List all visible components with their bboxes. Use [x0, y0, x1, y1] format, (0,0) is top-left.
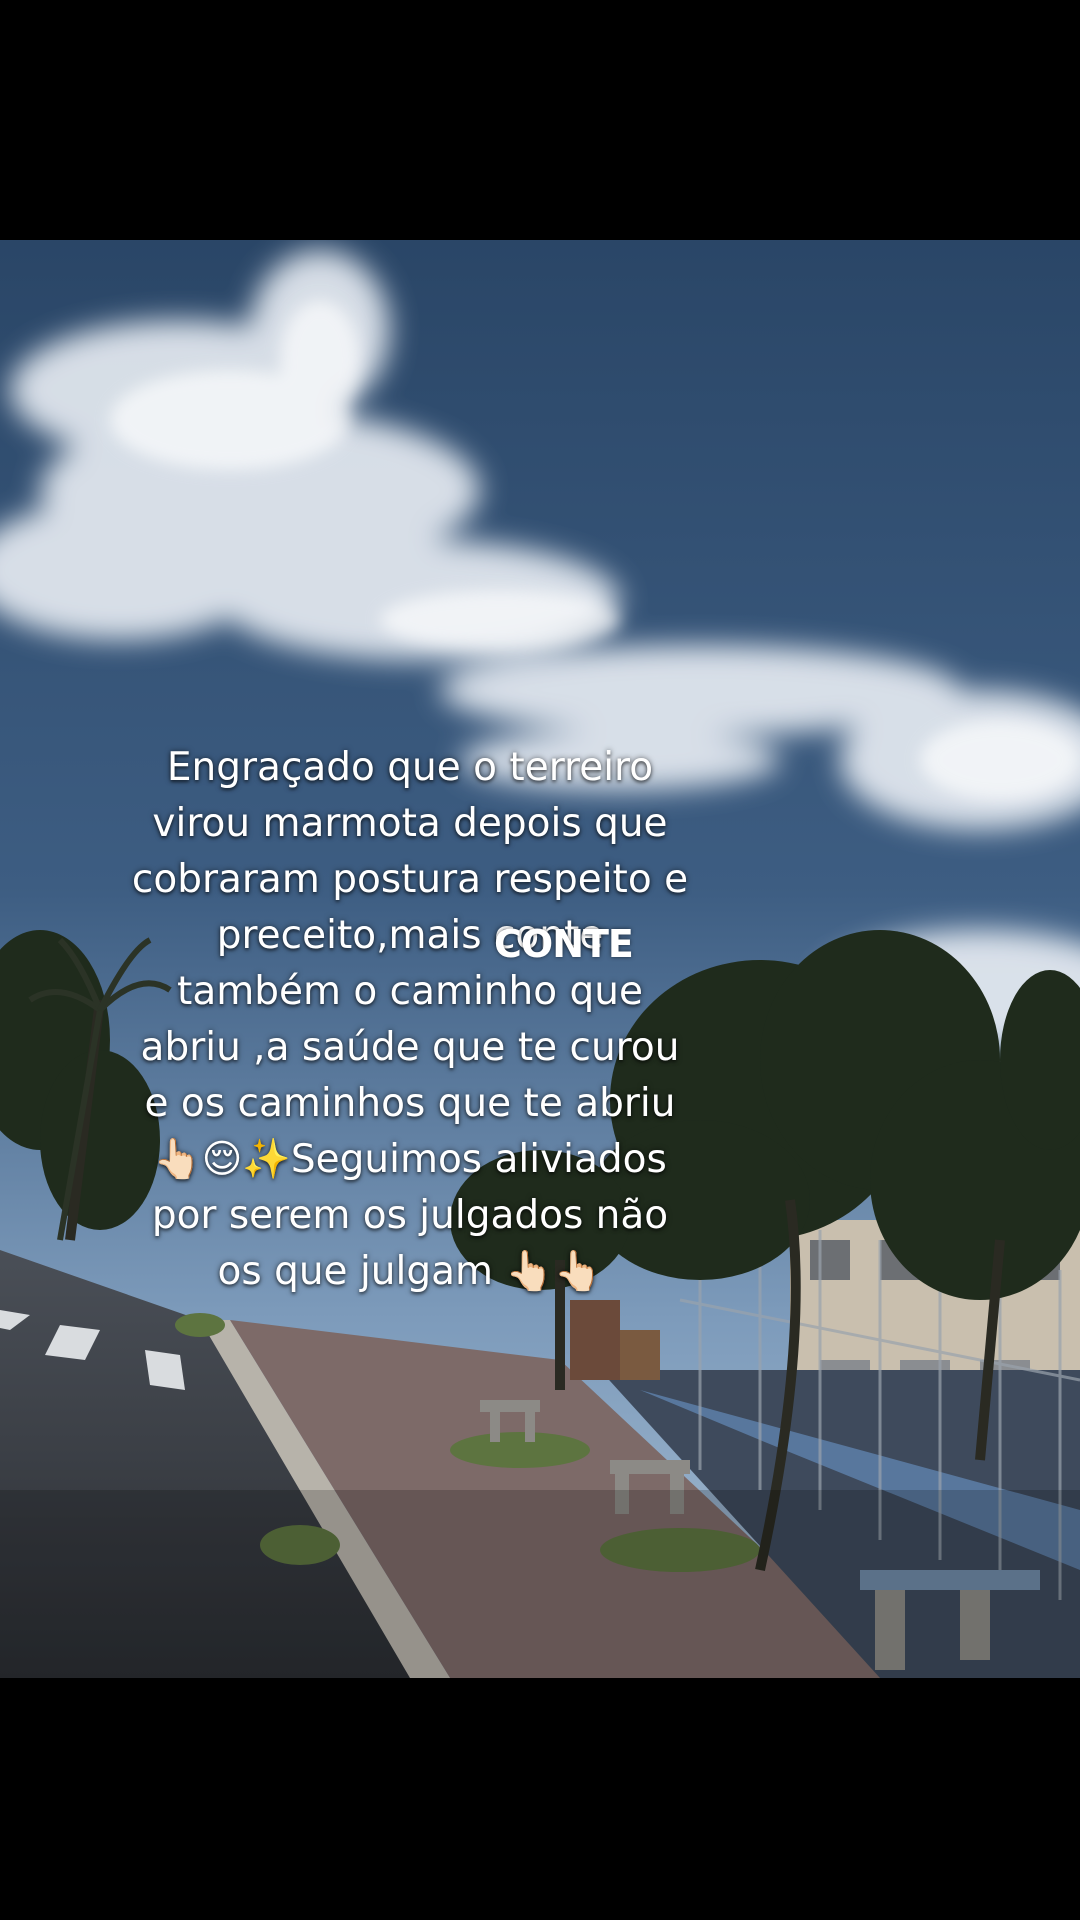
caption-line: virou marmota depois que	[152, 801, 668, 846]
caption-line: preceito,mais conte	[216, 913, 604, 958]
caption-line: e os caminhos que te abriu	[144, 1081, 676, 1126]
caption-line: por serem os julgados não	[151, 1193, 669, 1238]
caption-line: 👆🏻😌✨Seguimos aliviados	[153, 1137, 667, 1182]
video-screen[interactable]: Engraçado que o terreiro virou marmota d…	[0, 0, 1080, 1920]
caption-line: Engraçado que o terreiro	[166, 745, 654, 790]
caption-line: também o caminho que	[177, 969, 643, 1014]
post-caption: Engraçado que o terreiro virou marmota d…	[60, 740, 760, 1300]
caption-line: cobraram postura respeito e	[131, 857, 689, 902]
caption-line: abriu ,a saúde que te curou	[140, 1025, 680, 1070]
overlay-word: CONTE	[494, 922, 634, 966]
letterbox-top	[0, 0, 1080, 240]
caption-line: os que julgam 👆🏻👆🏻	[217, 1249, 603, 1294]
letterbox-bottom	[0, 1678, 1080, 1920]
